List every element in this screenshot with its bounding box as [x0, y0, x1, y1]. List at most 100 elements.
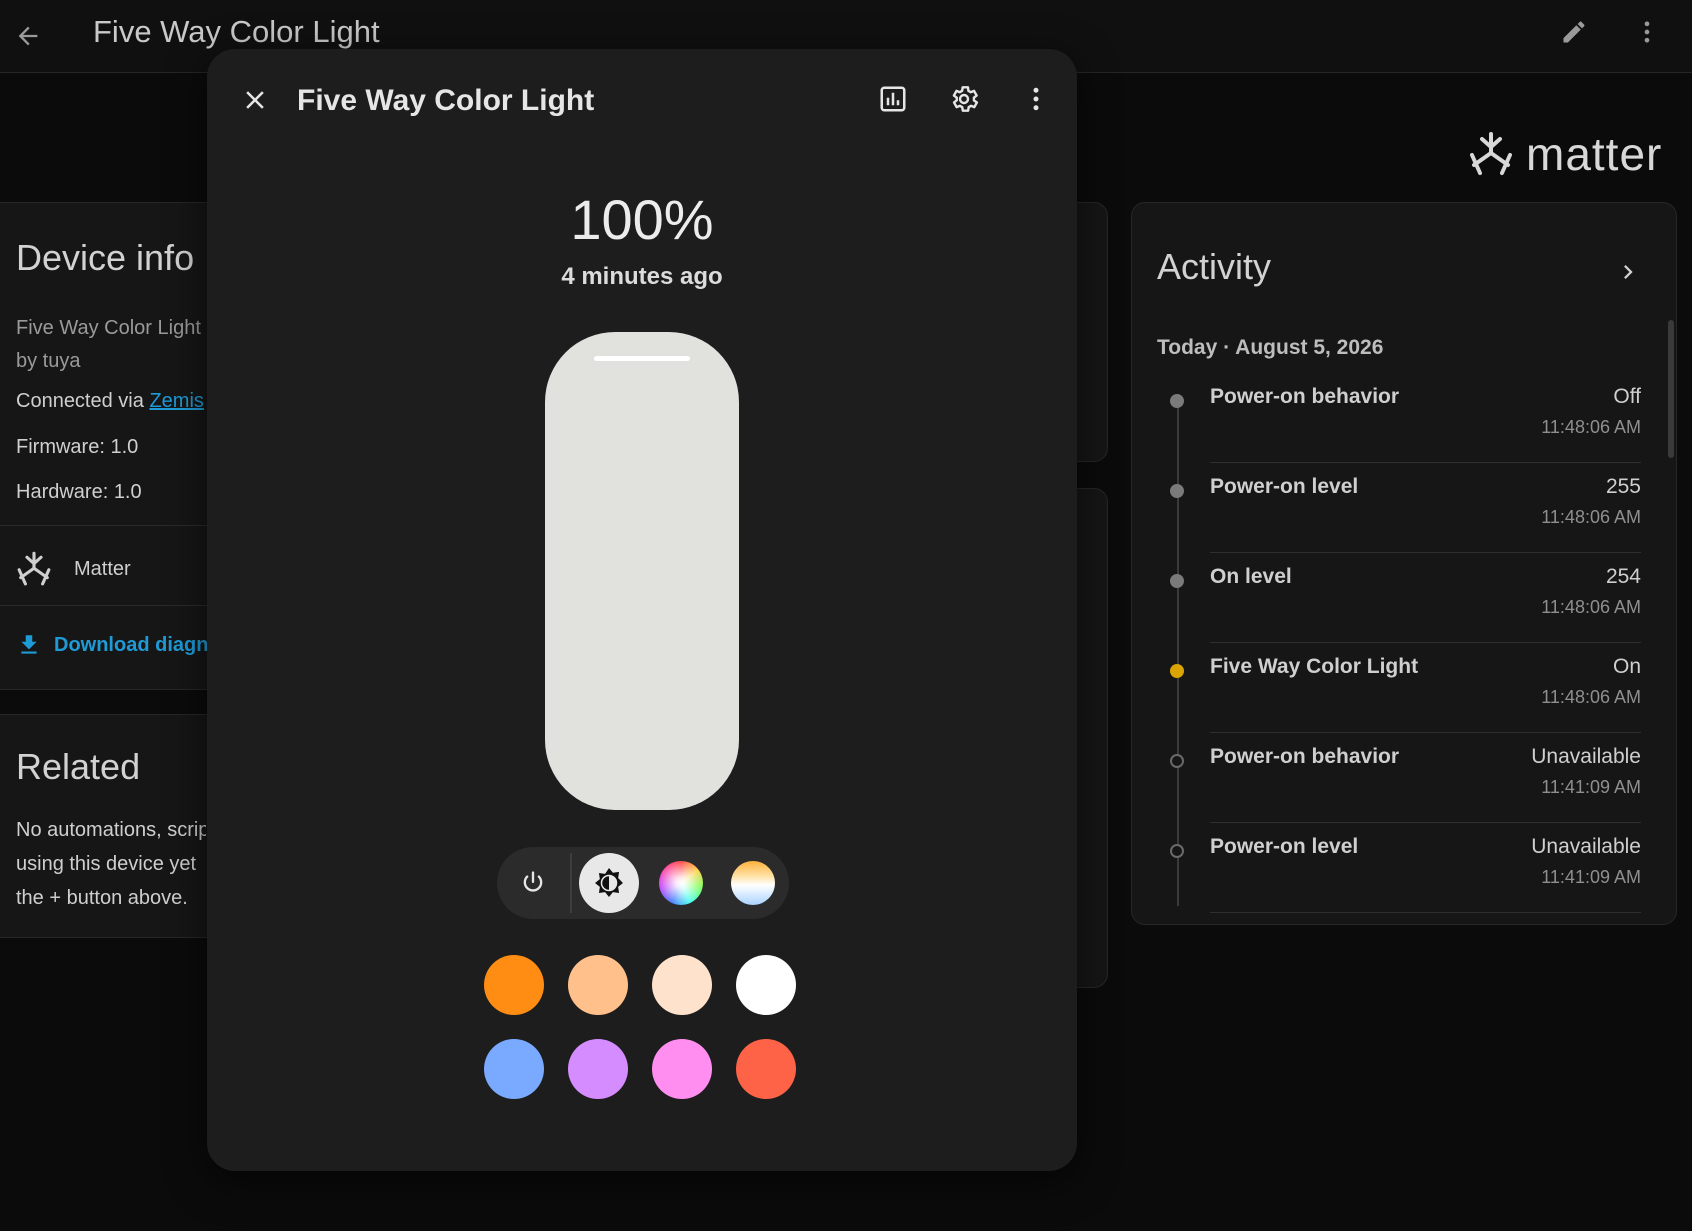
activity-entity-name: Power-on behavior — [1210, 745, 1400, 768]
color-preset-button[interactable] — [736, 1039, 796, 1099]
activity-state: Unavailable — [1531, 745, 1641, 768]
edit-button[interactable] — [1550, 8, 1598, 56]
divider — [1210, 462, 1641, 463]
connected-via-label: Connected via — [16, 390, 144, 412]
activity-entry[interactable]: On level 254 11:48:06 AM — [1157, 564, 1641, 654]
activity-scrollbar[interactable] — [1668, 320, 1674, 458]
activity-time: 11:41:09 AM — [1541, 777, 1641, 797]
device-manufacturer: by tuya — [16, 350, 81, 372]
color-preset-button[interactable] — [484, 955, 544, 1015]
dots-vertical-icon — [1033, 87, 1039, 111]
device-model: Five Way Color Light by tuya — [16, 312, 206, 378]
activity-entry[interactable]: Power-on behavior Unavailable 11:41:09 AM — [1157, 744, 1641, 834]
matter-icon — [17, 551, 51, 586]
close-icon — [246, 91, 264, 109]
integration-label: Matter — [74, 557, 131, 580]
related-text-line: the + button above. — [16, 887, 188, 909]
mode-divider — [570, 853, 572, 913]
chart-box-icon — [880, 86, 906, 112]
arrow-left-icon — [18, 26, 38, 46]
activity-entity-name: Power-on level — [1210, 475, 1359, 498]
page-title: Five Way Color Light — [93, 14, 380, 49]
activity-open-button[interactable] — [1604, 248, 1652, 296]
dialog-title: Five Way Color Light — [297, 84, 595, 117]
color-preset-button[interactable] — [484, 1039, 544, 1099]
overflow-menu-button[interactable] — [1623, 8, 1671, 56]
activity-time: 11:48:06 AM — [1541, 507, 1641, 527]
divider — [1210, 732, 1641, 733]
mode-color-temperature-button[interactable] — [723, 853, 783, 913]
related-empty-text: No automations, scripts, using this devi… — [16, 813, 206, 915]
dots-vertical-icon — [1644, 21, 1650, 43]
device-info-title: Device info — [16, 237, 195, 278]
color-preset-button[interactable] — [652, 955, 712, 1015]
divider — [0, 605, 220, 606]
activity-entry[interactable]: Five Way Color Light On 11:48:06 AM — [1157, 654, 1641, 744]
divider — [1210, 552, 1641, 553]
last-changed: 4 minutes ago — [561, 263, 723, 290]
timeline-dot — [1170, 574, 1184, 588]
activity-entity-name: Power-on behavior — [1210, 385, 1400, 408]
color-preset-button[interactable] — [568, 955, 628, 1015]
timeline-dot — [1170, 394, 1184, 408]
mode-selector — [497, 847, 789, 919]
color-preset-button[interactable] — [568, 1039, 628, 1099]
related-text-line: No automations, scripts, — [16, 819, 206, 841]
brightness-value: 100% — [570, 188, 714, 251]
activity-state: 254 — [1605, 565, 1641, 588]
download-icon — [21, 635, 37, 654]
matter-wordmark: matter — [1526, 128, 1663, 180]
activity-state: Off — [1613, 385, 1641, 408]
activity-entity-name: On level — [1210, 565, 1292, 588]
power-icon — [523, 871, 543, 892]
back-button[interactable] — [4, 12, 52, 60]
brightness-icon — [595, 868, 623, 897]
color-wheel-icon — [659, 861, 703, 905]
color-preset-button[interactable] — [736, 955, 796, 1015]
firmware-version: Firmware: 1.0 — [16, 436, 139, 458]
activity-state: Unavailable — [1531, 835, 1641, 858]
related-text-line: using this device yet — [16, 853, 197, 875]
dialog-overflow-button[interactable] — [1012, 75, 1060, 123]
gear-icon — [952, 86, 979, 112]
activity-entity-name: Power-on level — [1210, 835, 1359, 858]
activity-time: 11:48:06 AM — [1541, 417, 1641, 437]
activity-entity-name: Five Way Color Light — [1210, 655, 1419, 678]
activity-time: 11:48:06 AM — [1541, 687, 1641, 707]
divider — [1210, 642, 1641, 643]
divider — [0, 525, 220, 526]
mode-power-button[interactable] — [503, 853, 563, 913]
pencil-icon — [1563, 21, 1585, 43]
activity-entry[interactable]: Power-on level 255 11:48:06 AM — [1157, 474, 1641, 564]
connected-via-link[interactable]: Zemis — [149, 390, 203, 412]
color-preset-button[interactable] — [652, 1039, 712, 1099]
related-title: Related — [16, 746, 141, 787]
connected-via: Connected via Zemis — [16, 390, 204, 413]
chevron-right-icon — [1624, 265, 1633, 279]
activity-entry[interactable]: Power-on level Unavailable 11:41:09 AM — [1157, 834, 1641, 924]
integration-row[interactable]: Matter — [16, 551, 131, 587]
matter-logo-icon — [1470, 132, 1512, 175]
activity-time: 11:48:06 AM — [1541, 597, 1641, 617]
close-button[interactable] — [231, 76, 279, 124]
activity-state: 255 — [1605, 475, 1641, 498]
settings-button[interactable] — [940, 75, 988, 123]
brightness-slider[interactable] — [545, 332, 739, 810]
mode-color-button[interactable] — [651, 853, 711, 913]
hardware-version: Hardware: 1.0 — [16, 481, 142, 503]
divider — [1210, 912, 1641, 913]
timeline-dot — [1170, 844, 1184, 858]
timeline-dot — [1170, 484, 1184, 498]
activity-state: On — [1612, 655, 1641, 678]
activity-entry[interactable]: Power-on behavior Off 11:48:06 AM — [1157, 384, 1641, 474]
timeline-dot — [1170, 754, 1184, 768]
slider-handle[interactable] — [594, 356, 690, 361]
mode-brightness-button[interactable] — [579, 853, 639, 913]
more-info-dialog: Five Way Color Light 100% 4 minutes ago — [207, 49, 1077, 1171]
divider — [1210, 822, 1641, 823]
color-temperature-icon — [731, 861, 775, 905]
activity-time: 11:41:09 AM — [1541, 867, 1641, 887]
timeline-dot — [1170, 664, 1184, 678]
activity-title: Activity — [1157, 246, 1272, 287]
history-button[interactable] — [869, 75, 917, 123]
